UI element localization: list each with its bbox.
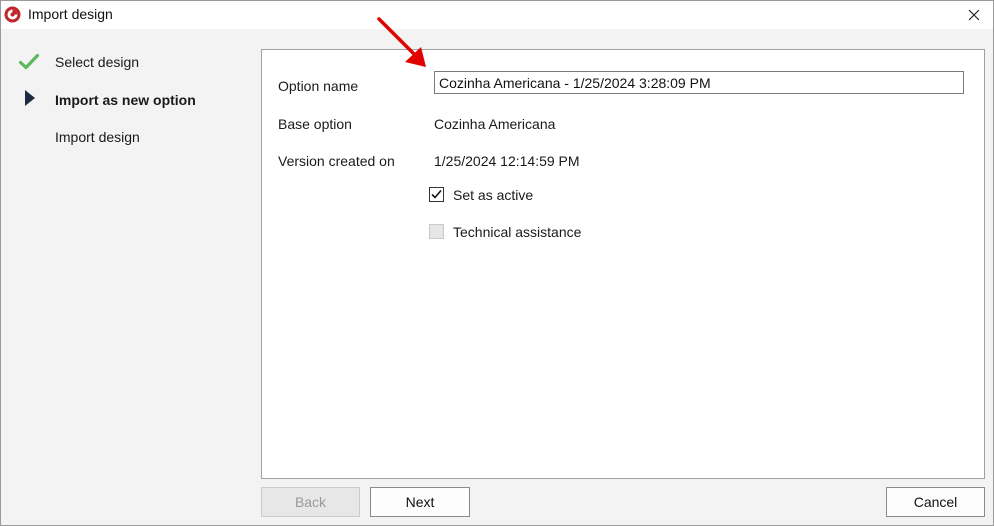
- close-icon: [968, 9, 980, 21]
- window-title: Import design: [28, 6, 113, 22]
- app-logo-icon: [4, 6, 21, 23]
- play-arrow-icon: [25, 90, 35, 106]
- base-option-label: Base option: [278, 116, 352, 132]
- step-import-as-new-option: Import as new option: [55, 92, 196, 108]
- set-active-checkbox[interactable]: [429, 187, 444, 202]
- next-button[interactable]: Next: [370, 487, 470, 517]
- step-select-design: Select design: [55, 54, 140, 70]
- close-button[interactable]: [961, 3, 987, 27]
- import-design-dialog: Import design Select design Import as ne…: [0, 0, 994, 526]
- wizard-steps-panel: Select design Import as new option Impor…: [1, 29, 249, 525]
- version-created-label: Version created on: [278, 153, 395, 169]
- technical-assistance-label[interactable]: Technical assistance: [453, 224, 581, 240]
- option-name-input[interactable]: [434, 71, 964, 94]
- title-bar: Import design: [1, 1, 993, 29]
- red-arrow-annotation-icon: [377, 17, 426, 67]
- version-created-value: 1/25/2024 12:14:59 PM: [434, 153, 580, 169]
- checkmark-icon: [19, 54, 39, 70]
- check-icon: [431, 189, 442, 199]
- main-panel: Option name Base option Cozinha American…: [249, 29, 993, 525]
- set-active-label[interactable]: Set as active: [453, 187, 533, 203]
- base-option-value: Cozinha Americana: [434, 116, 556, 132]
- option-form: Option name Base option Cozinha American…: [261, 49, 985, 479]
- technical-assistance-checkbox[interactable]: [429, 224, 444, 239]
- cancel-button[interactable]: Cancel: [886, 487, 985, 517]
- option-name-label: Option name: [278, 78, 359, 94]
- back-button[interactable]: Back: [261, 487, 360, 517]
- step-import-design: Import design: [55, 129, 140, 145]
